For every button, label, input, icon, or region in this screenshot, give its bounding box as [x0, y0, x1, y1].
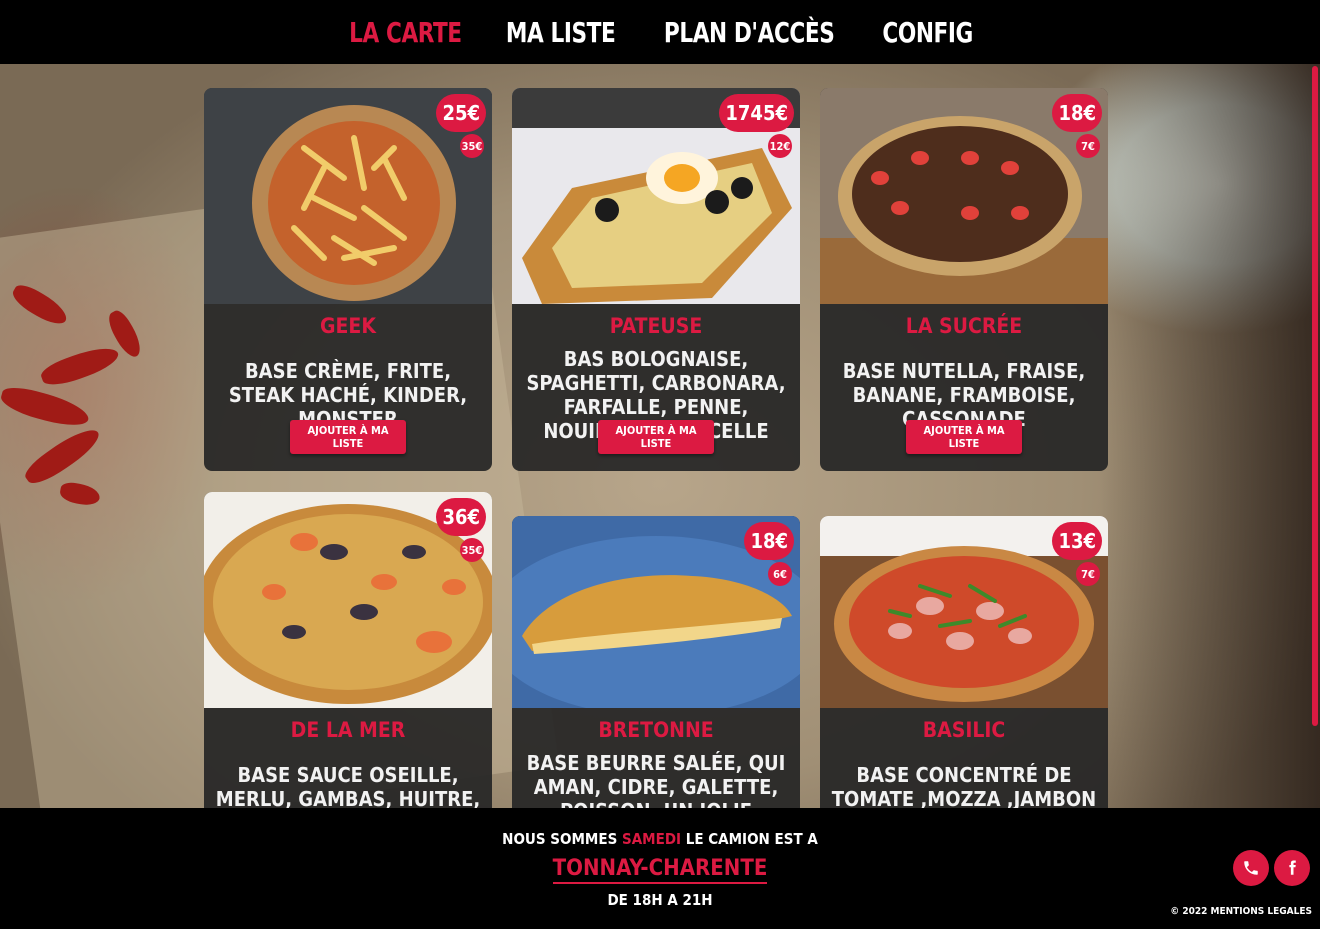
price-badge-main: 13€	[1052, 522, 1102, 560]
facebook-icon	[1289, 860, 1296, 875]
price-badge-secondary: 6€	[768, 562, 792, 586]
price-badge-secondary: 12€	[768, 134, 792, 158]
phone-button[interactable]	[1233, 850, 1269, 886]
price-badge-main: 1745€	[719, 94, 794, 132]
add-to-list-button[interactable]: AJOUTER À MA LISTE	[906, 420, 1022, 454]
line-prefix: NOUS SOMMES	[502, 830, 618, 848]
price-badge-main: 18€	[1052, 94, 1102, 132]
pizza-card-pateuse: 1745€ 12€ PATEUSE BAS BOLOGNAISE, SPAGHE…	[512, 88, 800, 471]
price-badge-secondary: 7€	[1076, 134, 1100, 158]
day-label: SAMEDI	[622, 830, 682, 848]
top-nav: LA CARTE MA LISTE PLAN D'ACCÈS CONFIG	[0, 0, 1320, 64]
pizza-name: BASILIC	[922, 718, 1006, 742]
pizza-card-de-la-mer: 36€ 35€ DE LA MER BASE SAUCE OSEILLE, ME…	[204, 492, 492, 822]
truck-location-line: NOUS SOMMES SAMEDI LE CAMION EST A	[0, 830, 1320, 848]
city-link[interactable]: TONNAY-CHARENTE	[0, 856, 1320, 884]
city-label[interactable]: TONNAY-CHARENTE	[552, 856, 768, 884]
nav-ma-liste[interactable]: MA LISTE	[506, 16, 616, 49]
scrollbar[interactable]	[1312, 66, 1318, 726]
price-badge-main: 18€	[744, 522, 794, 560]
pizza-card-la-sucree: 18€ 7€ LA SUCRÉE BASE NUTELLA, FRAISE, B…	[820, 88, 1108, 471]
pizza-name: DE LA MER	[290, 718, 406, 742]
pizza-card-bretonne: 18€ 6€ BRETONNE BASE BEURRE SALÉE, QUI A…	[512, 516, 800, 822]
pizza-name: GEEK	[320, 314, 376, 338]
footer: NOUS SOMMES SAMEDI LE CAMION EST A TONNA…	[0, 808, 1320, 929]
pizza-name: BRETONNE	[598, 718, 714, 742]
nav-plan-acces[interactable]: PLAN D'ACCÈS	[664, 16, 835, 49]
facebook-button[interactable]	[1274, 850, 1310, 886]
price-badge-main: 25€	[436, 94, 486, 132]
price-badge-secondary: 35€	[460, 134, 484, 158]
add-to-list-button[interactable]: AJOUTER À MA LISTE	[290, 420, 406, 454]
add-to-list-button[interactable]: AJOUTER À MA LISTE	[598, 420, 714, 454]
pizza-card-geek: 25€ 35€ GEEK BASE CRÈME, FRITE, STEAK HA…	[204, 88, 492, 471]
pizza-name: LA SUCRÉE	[905, 314, 1023, 338]
pizza-card-basilic: 13€ 7€ BASILIC BASE CONCENTRÉ DE TOMATE …	[820, 516, 1108, 822]
price-badge-secondary: 35€	[460, 538, 484, 562]
nav-la-carte[interactable]: LA CARTE	[349, 16, 462, 49]
pizza-name: PATEUSE	[609, 314, 703, 338]
price-badge-secondary: 7€	[1076, 562, 1100, 586]
hours-label: DE 18H A 21H	[607, 891, 713, 909]
phone-icon	[1244, 861, 1258, 875]
price-badge-main: 36€	[436, 498, 486, 536]
line-suffix: LE CAMION EST A	[685, 830, 818, 848]
copyright-legal-link[interactable]: © 2022 MENTIONS LEGALES	[1170, 906, 1312, 917]
nav-config[interactable]: CONFIG	[882, 16, 973, 49]
